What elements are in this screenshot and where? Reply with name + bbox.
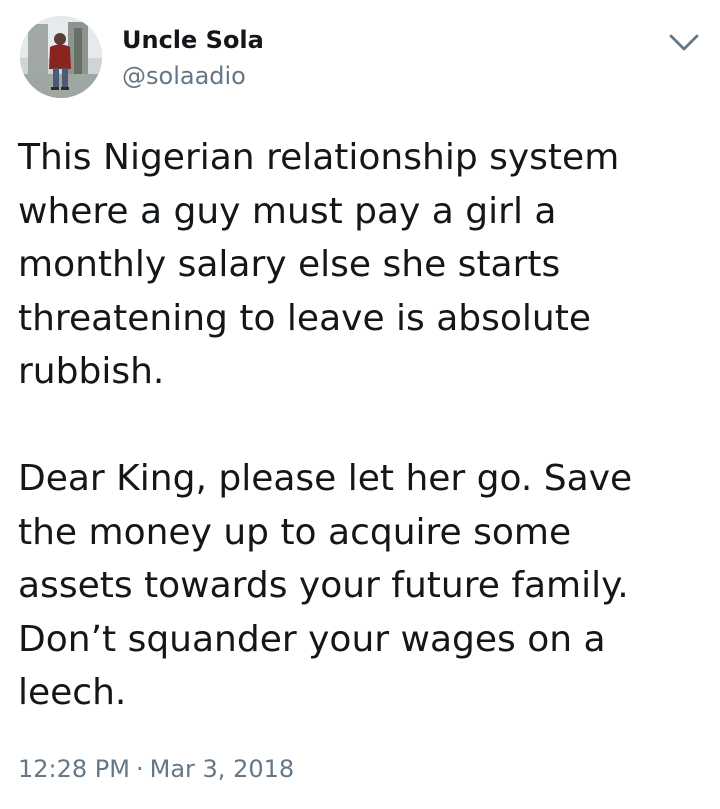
tweet-card: Uncle Sola @solaadio This Nigerian relat… xyxy=(0,0,720,809)
tweet-time: 12:28 PM xyxy=(18,755,130,783)
tweet-date: Mar 3, 2018 xyxy=(149,755,295,783)
tweet-timestamp[interactable]: 12:28 PM · Mar 3, 2018 xyxy=(18,752,294,786)
chevron-down-icon[interactable] xyxy=(666,28,702,56)
avatar[interactable] xyxy=(20,16,102,98)
tweet-line: where a guy must pay a girl a xyxy=(18,190,557,232)
tweet-line: threatening to leave is absolute xyxy=(18,297,592,339)
tweet-line: This Nigerian relationship system xyxy=(18,137,620,178)
author-name[interactable]: Uncle Sola xyxy=(122,24,264,56)
timestamp-separator: · xyxy=(135,755,144,783)
tweet-line: Dear King, please let her go. Save xyxy=(18,458,633,499)
tweet-line: the money up to acquire some xyxy=(18,511,572,553)
tweet-line: monthly salary else she starts xyxy=(18,244,561,285)
tweet-line: leech. xyxy=(18,672,127,713)
tweet-line: rubbish. xyxy=(18,351,165,392)
tweet-paragraph-2: Dear King, please let her go. Save the m… xyxy=(18,452,708,720)
avatar-image xyxy=(20,16,102,98)
tweet-line: assets towards your future family. xyxy=(18,565,629,606)
author-handle[interactable]: @solaadio xyxy=(122,60,246,92)
tweet-paragraph-1: This Nigerian relationship system where … xyxy=(18,131,708,399)
tweet-line: Don’t squander your wages on a xyxy=(18,618,606,660)
tweet-text: This Nigerian relationship system where … xyxy=(18,131,708,720)
